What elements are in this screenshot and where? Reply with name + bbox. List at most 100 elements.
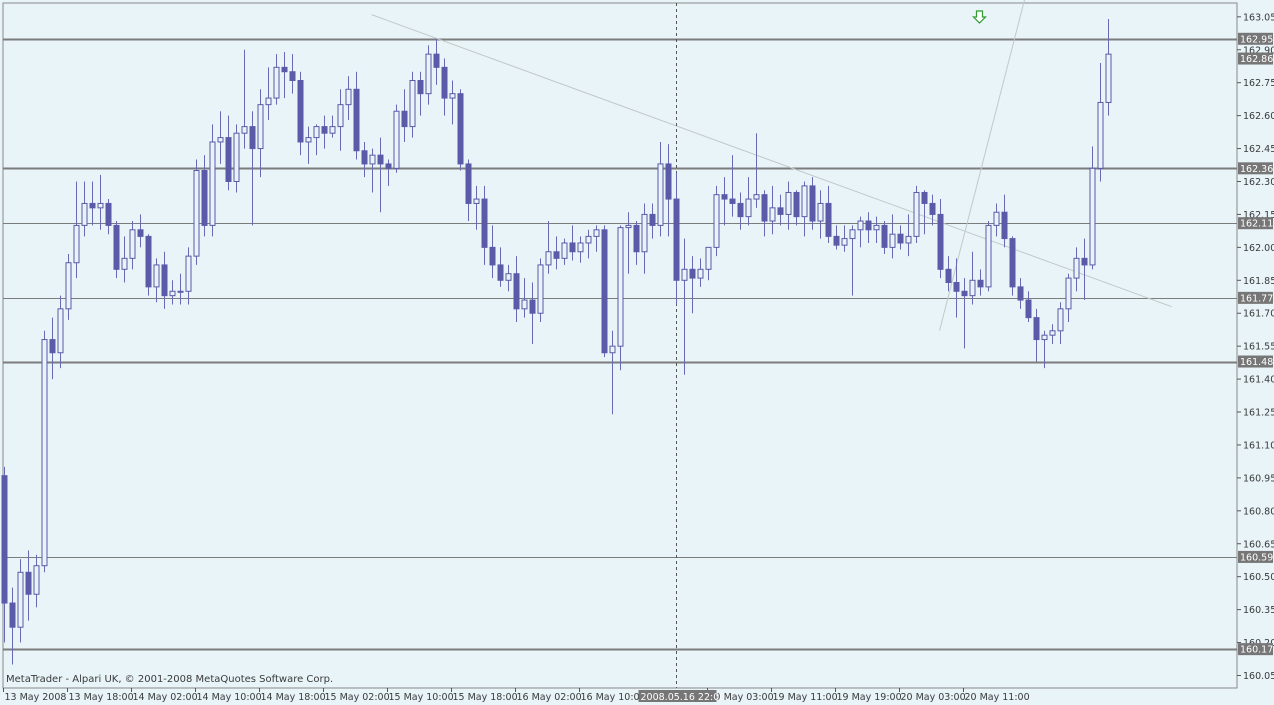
candle-bull[interactable] <box>521 299 528 310</box>
price-chart[interactable]: 163.05162.90162.75162.60162.45162.30162.… <box>0 0 1274 705</box>
candle-bull[interactable] <box>81 202 88 226</box>
candle-bear[interactable] <box>833 235 840 246</box>
candle-bull[interactable] <box>641 213 648 253</box>
candle-bear[interactable] <box>145 235 152 288</box>
candle-bull[interactable] <box>313 126 320 139</box>
candle-bull[interactable] <box>241 126 248 134</box>
candle-bear[interactable] <box>945 268 952 283</box>
candle-bear[interactable] <box>1 475 8 604</box>
candle-bull[interactable] <box>617 227 624 347</box>
candle-bear[interactable] <box>321 126 328 134</box>
candle-bear[interactable] <box>809 185 816 222</box>
candle-bull[interactable] <box>1097 101 1104 169</box>
candle-bull[interactable] <box>1073 257 1080 279</box>
candle-bear[interactable] <box>761 194 768 222</box>
candle-bear[interactable] <box>137 229 144 237</box>
candle-bear[interactable] <box>953 281 960 292</box>
candle-bull[interactable] <box>305 137 312 143</box>
candle-bear[interactable] <box>529 299 536 314</box>
candle-bear[interactable] <box>553 251 560 259</box>
candle-bear[interactable] <box>825 202 832 237</box>
candle-bear[interactable] <box>297 80 304 143</box>
candle-bear[interactable] <box>721 194 728 200</box>
candle-bear[interactable] <box>377 154 384 165</box>
candle-bull[interactable] <box>505 273 512 281</box>
candle-bear[interactable] <box>689 268 696 279</box>
candle-bull[interactable] <box>41 339 48 567</box>
candle-bear[interactable] <box>361 150 368 165</box>
candle-bear[interactable] <box>49 339 56 354</box>
candle-bull[interactable] <box>209 141 216 226</box>
candle-bear[interactable] <box>433 53 440 68</box>
candle-bull[interactable] <box>593 229 600 237</box>
candle-bull[interactable] <box>1041 334 1048 341</box>
candle-bull[interactable] <box>609 345 616 354</box>
candle-bear[interactable] <box>465 163 472 204</box>
candle-bull[interactable] <box>841 238 848 246</box>
candle-bear[interactable] <box>249 126 256 150</box>
candle-bull[interactable] <box>33 565 40 595</box>
candle-bull[interactable] <box>1105 53 1112 103</box>
candle-bull[interactable] <box>169 290 176 297</box>
candle-bull[interactable] <box>233 132 240 182</box>
candle-bear[interactable] <box>1081 257 1088 266</box>
candle-bull[interactable] <box>1057 308 1064 332</box>
candle-bear[interactable] <box>1009 238 1016 288</box>
candle-bull[interactable] <box>913 191 920 237</box>
candle-bear[interactable] <box>881 224 888 248</box>
candle-bull[interactable] <box>985 224 992 288</box>
candle-bear[interactable] <box>1017 286 1024 301</box>
candle-bull[interactable] <box>1049 330 1056 336</box>
candle-bear[interactable] <box>497 264 504 281</box>
candle-bear[interactable] <box>921 191 928 204</box>
candle-bear[interactable] <box>673 198 680 281</box>
candle-bull[interactable] <box>97 202 104 209</box>
candle-bull[interactable] <box>121 257 128 270</box>
candle-bull[interactable] <box>65 262 72 310</box>
candle-bull[interactable] <box>1065 277 1072 310</box>
candle-bear[interactable] <box>105 202 112 226</box>
candle-bull[interactable] <box>713 194 720 248</box>
candle-bull[interactable] <box>337 104 344 128</box>
candle-bull[interactable] <box>577 242 584 253</box>
candle-bull[interactable] <box>817 202 824 222</box>
candle-bear[interactable] <box>225 137 232 182</box>
candle-bull[interactable] <box>273 66 280 99</box>
candle-bull[interactable] <box>625 224 632 229</box>
candle-bull[interactable] <box>393 110 400 169</box>
candle-bear[interactable] <box>569 242 576 253</box>
candle-bear[interactable] <box>737 202 744 218</box>
candle-bull[interactable] <box>969 279 976 297</box>
candle-bear[interactable] <box>9 602 16 628</box>
candle-bear[interactable] <box>929 202 936 215</box>
candle-bull[interactable] <box>193 170 200 257</box>
candle-bull[interactable] <box>409 80 416 128</box>
candle-bull[interactable] <box>697 268 704 279</box>
candle-bull[interactable] <box>153 264 160 288</box>
candle-bull[interactable] <box>545 251 552 266</box>
candle-bull[interactable] <box>129 229 136 259</box>
candle-bear[interactable] <box>513 273 520 310</box>
candle-bear[interactable] <box>793 191 800 218</box>
chart-window[interactable]: 163.05 162.90 162.75 162.60 162.45 162.30 162.… <box>0 0 1274 705</box>
candle-bear[interactable] <box>489 246 496 266</box>
candle-bull[interactable] <box>185 255 192 292</box>
candle-bull[interactable] <box>801 185 808 218</box>
candle-bull[interactable] <box>753 194 760 200</box>
candle-bull[interactable] <box>873 224 880 231</box>
candle-bull[interactable] <box>585 235 592 244</box>
candle-bear[interactable] <box>665 163 672 200</box>
candle-bear[interactable] <box>353 88 360 152</box>
candle-bear[interactable] <box>633 224 640 253</box>
candle-bear[interactable] <box>457 93 464 165</box>
candle-bear[interactable] <box>417 80 424 95</box>
candle-bull[interactable] <box>473 198 480 204</box>
candle-bull[interactable] <box>73 224 80 264</box>
candle-bull[interactable] <box>745 198 752 218</box>
candle-bull[interactable] <box>265 97 272 106</box>
candle-bull[interactable] <box>889 233 896 248</box>
candle-bull[interactable] <box>425 53 432 95</box>
candle-bear[interactable] <box>161 264 168 297</box>
candle-bear[interactable] <box>777 207 784 215</box>
candle-bear[interactable] <box>897 233 904 244</box>
